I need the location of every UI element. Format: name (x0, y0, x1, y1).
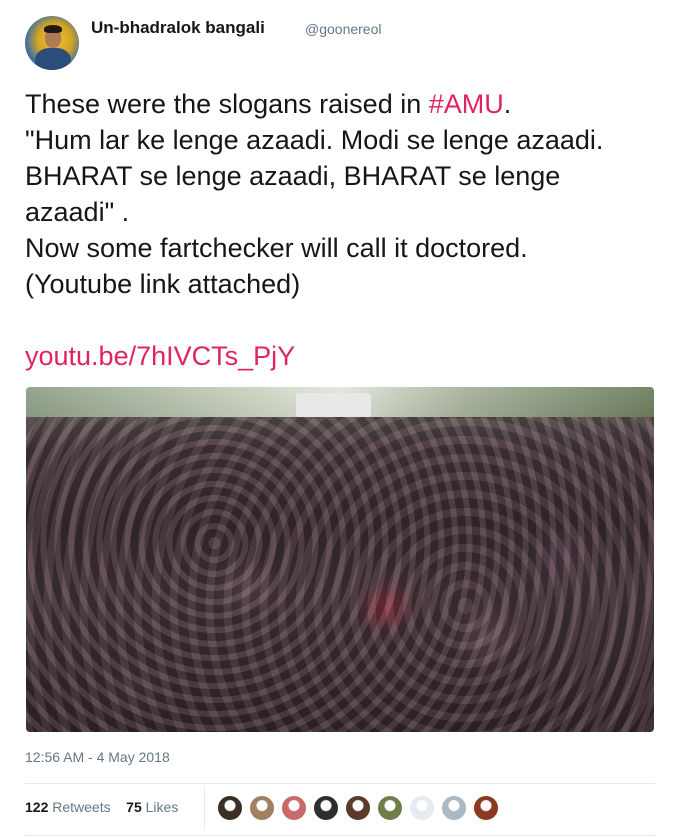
liker-avatar-8[interactable] (441, 795, 467, 821)
retweets-count: 122 (25, 799, 49, 815)
tweet-text-part: These were the slogans raised in (25, 89, 429, 119)
liker-avatar-9[interactable] (473, 795, 499, 821)
author-handle[interactable]: @goonereol (305, 21, 382, 37)
retweets-stat[interactable]: 122 Retweets (25, 799, 111, 815)
liker-avatar-1[interactable] (217, 795, 243, 821)
divider-bottom (25, 835, 655, 836)
author-display-name[interactable]: Un-bhadralok bangali (91, 18, 265, 38)
media-vehicle (296, 393, 371, 417)
media-crowd (26, 417, 654, 732)
liker-avatar-4[interactable] (313, 795, 339, 821)
youtube-link[interactable]: youtu.be/7hIVCTs_PjY (25, 341, 295, 371)
tweet-media-image[interactable] (26, 387, 654, 732)
tweet-text-part: . "Hum lar ke lenge azaadi. Modi se leng… (25, 89, 604, 299)
liker-avatar-2[interactable] (249, 795, 275, 821)
tweet-text: These were the slogans raised in #AMU. "… (25, 86, 655, 302)
tweet-link-line: youtu.be/7hIVCTs_PjY (25, 338, 295, 374)
likes-count: 75 (126, 799, 142, 815)
liker-avatar-3[interactable] (281, 795, 307, 821)
retweets-label: Retweets (52, 799, 111, 815)
liker-avatar-7[interactable] (409, 795, 435, 821)
divider-top (25, 783, 655, 784)
avatar-hair (44, 25, 62, 33)
likes-label: Likes (145, 799, 179, 815)
hashtag-link[interactable]: #AMU (429, 89, 504, 119)
likes-stat[interactable]: 75 Likes (126, 799, 178, 815)
liker-avatar-6[interactable] (377, 795, 403, 821)
author-avatar[interactable] (25, 16, 79, 70)
tweet-stats: 122 Retweets 75 Likes (25, 799, 178, 815)
avatar-shirt (35, 48, 71, 70)
tweet-timestamp[interactable]: 12:56 AM - 4 May 2018 (25, 749, 170, 765)
stats-separator (204, 786, 205, 830)
liker-avatar-5[interactable] (345, 795, 371, 821)
